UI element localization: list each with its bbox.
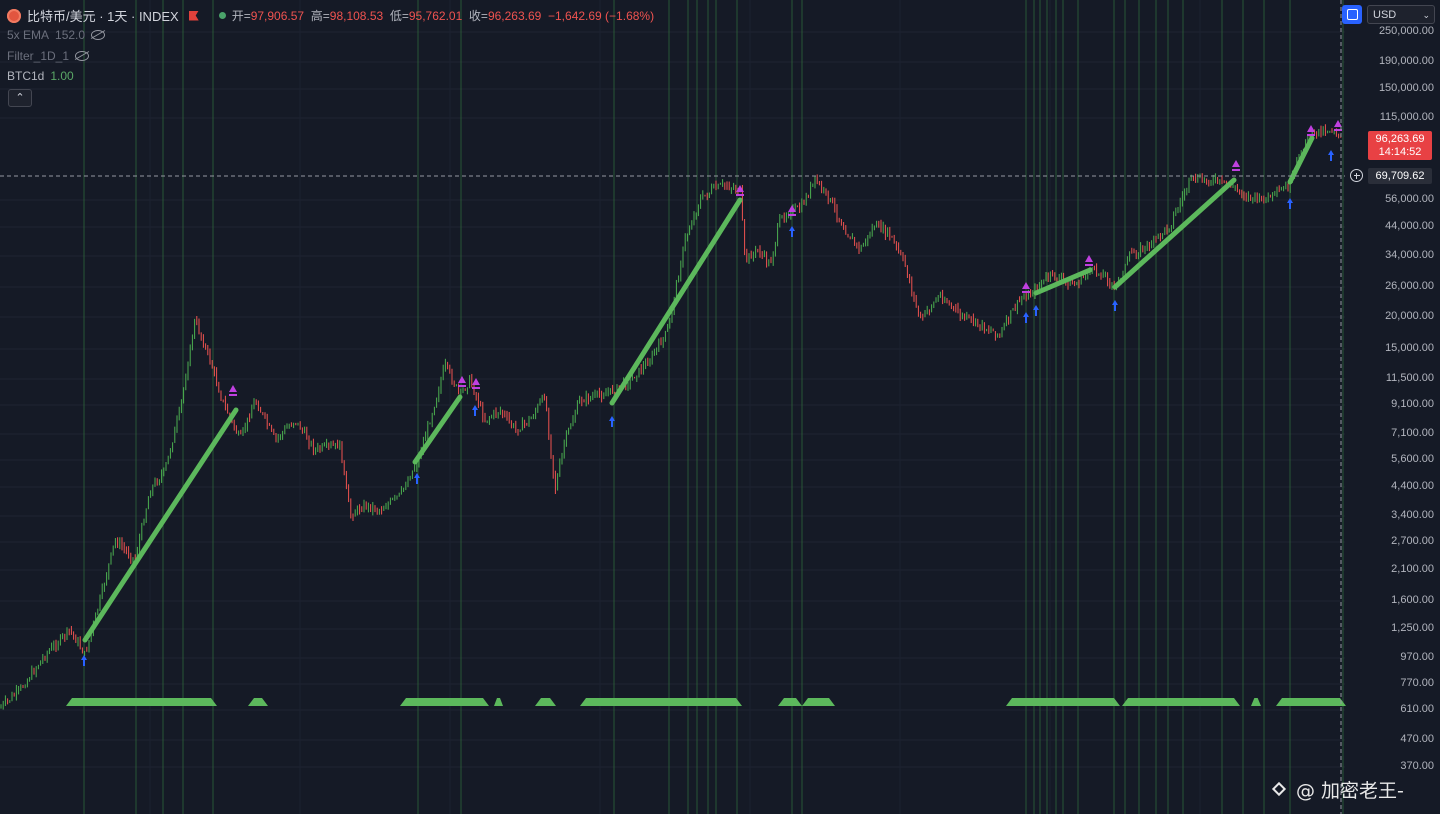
hidden-eye-icon[interactable] <box>75 51 90 61</box>
buy-arrow-icon <box>1328 150 1334 161</box>
price-axis-label: 15,000.00 <box>1385 342 1434 354</box>
filter-band <box>66 698 217 706</box>
filter-band <box>1251 698 1261 706</box>
price-axis-label: 190,000.00 <box>1378 55 1434 67</box>
filter-band <box>494 698 503 706</box>
last-price-label: 96,263.69 14:14:52 <box>1368 131 1432 160</box>
filter-band-series <box>66 698 1346 706</box>
price-axis-label: 470.00 <box>1400 733 1434 745</box>
legend-main: 比特币/美元 · 1天 · INDEX 开=97,906.57 高=98,108… <box>7 6 654 25</box>
hidden-eye-icon[interactable] <box>91 30 106 40</box>
filter-band <box>580 698 742 706</box>
price-axis-label: 2,100.00 <box>1391 563 1434 575</box>
price-axis-label: 770.00 <box>1400 677 1434 689</box>
price-axis-label: 26,000.00 <box>1385 280 1434 292</box>
filter-band <box>1006 698 1120 706</box>
signal-vertical-lines <box>83 0 1344 814</box>
bitcoin-icon <box>7 8 21 23</box>
price-axis-label: 5,600.00 <box>1391 453 1434 465</box>
binance-logo-icon <box>1270 780 1290 800</box>
price-axis-label: 1,250.00 <box>1391 622 1434 634</box>
filter-band <box>778 698 802 706</box>
price-axis-label: 44,000.00 <box>1385 220 1434 232</box>
indicator-legend-filter[interactable]: Filter_1D_1 <box>7 49 90 63</box>
trend-segment <box>1287 135 1315 185</box>
price-axis-label: 370.00 <box>1400 760 1434 772</box>
trend-segment <box>412 394 463 465</box>
crosshair-price-label: 69,709.62 <box>1368 168 1432 184</box>
sell-marker-icon <box>1085 255 1093 266</box>
price-axis-label: 20,000.00 <box>1385 310 1434 322</box>
sell-marker-icon <box>472 378 480 389</box>
signal-markers <box>81 120 1342 666</box>
collapse-legend-button[interactable]: ⌃ <box>8 89 32 107</box>
add-alert-icon[interactable] <box>1350 169 1363 182</box>
price-axis-label: 9,100.00 <box>1391 398 1434 410</box>
market-status-icon <box>218 12 226 19</box>
symbol-title[interactable]: 比特币/美元 · 1天 · INDEX <box>27 6 179 25</box>
sell-marker-icon <box>1307 125 1315 136</box>
sell-marker-icon <box>1232 160 1240 171</box>
price-axis-label: 250,000.00 <box>1378 25 1434 37</box>
trend-segment <box>609 197 743 406</box>
price-axis-label: 1,600.00 <box>1391 594 1434 606</box>
candlestick-series <box>0 124 1342 710</box>
price-axis-label: 3,400.00 <box>1391 509 1434 521</box>
price-axis-label: 115,000.00 <box>1379 111 1434 123</box>
buy-arrow-icon <box>1112 300 1118 311</box>
price-axis-label: 970.00 <box>1400 651 1434 663</box>
price-axis-label: 2,700.00 <box>1391 535 1434 547</box>
filter-band <box>248 698 268 706</box>
filter-band <box>400 698 489 706</box>
trend-segment <box>1112 177 1237 290</box>
buy-arrow-icon <box>789 226 795 237</box>
filter-band <box>1276 698 1346 706</box>
sell-marker-icon <box>458 376 466 387</box>
ohlc-values: 开=97,906.57 高=98,108.53 低=95,762.01 收=96… <box>231 9 655 23</box>
buy-arrow-icon <box>81 655 87 666</box>
scale-icon <box>1347 9 1358 20</box>
watermark: @ 加密老王- <box>1270 776 1404 803</box>
filter-band <box>535 698 556 706</box>
price-axis-label: 7,100.00 <box>1391 427 1434 439</box>
auto-scale-button[interactable] <box>1342 5 1362 24</box>
price-axis-label: 11,500.00 <box>1385 372 1434 384</box>
currency-select[interactable]: USD ⌄ <box>1367 5 1435 24</box>
price-axis-label: 56,000.00 <box>1385 193 1434 205</box>
filter-band <box>802 698 835 706</box>
indicator-legend-btc1d[interactable]: BTC1d 1.00 <box>7 69 74 83</box>
price-axis-label: 610.00 <box>1400 703 1434 715</box>
sell-marker-icon <box>229 385 237 396</box>
price-axis-label: 34,000.00 <box>1385 249 1434 261</box>
price-chart[interactable] <box>0 0 1440 814</box>
buy-arrow-icon <box>414 473 420 484</box>
sell-marker-icon <box>1022 282 1030 293</box>
price-axis-label: 150,000.00 <box>1378 82 1434 94</box>
chart-grid <box>0 0 1345 814</box>
indicator-legend-ema[interactable]: 5x EMA 152.0 <box>7 28 106 42</box>
flag-icon[interactable] <box>188 10 199 21</box>
chevron-down-icon: ⌄ <box>1422 10 1430 20</box>
filter-band <box>1122 698 1240 706</box>
buy-arrow-icon <box>472 405 478 416</box>
price-axis-label: 4,400.00 <box>1391 480 1434 492</box>
